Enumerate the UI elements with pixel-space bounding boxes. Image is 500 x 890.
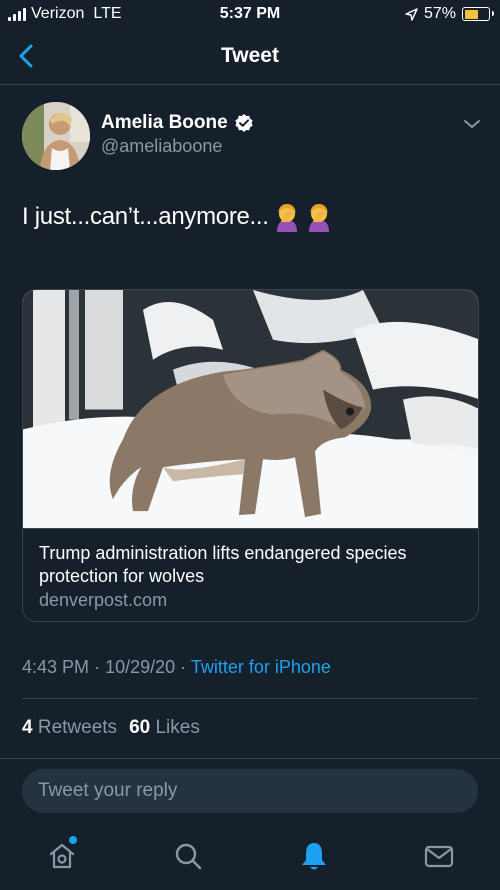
facepalm-emoji (308, 204, 329, 232)
meta-separator: · (180, 657, 187, 677)
retweets-label: Retweets (37, 717, 118, 738)
tweet-date: 10/29/20 (105, 657, 176, 677)
reply-input[interactable]: Tweet your reply (22, 769, 478, 813)
avatar-image (22, 102, 90, 170)
location-icon (405, 7, 418, 21)
tweet-meta: 4:43 PM · 10/29/20 · Twitter for iPhone (22, 657, 331, 678)
battery-level (464, 9, 478, 19)
page-title: Tweet (221, 44, 279, 67)
likes-count: 60 (129, 717, 151, 738)
author-name-row[interactable]: Amelia Boone (101, 112, 254, 134)
facepalm-emoji (276, 204, 297, 232)
likes-stat[interactable]: 60 Likes (129, 717, 200, 739)
divider (22, 698, 478, 699)
tweet-time: 4:43 PM (22, 657, 90, 677)
link-card[interactable]: Trump administration lifts endangered sp… (22, 289, 479, 622)
home-notification-dot (69, 836, 77, 844)
card-image (23, 290, 478, 529)
meta-separator: · (94, 657, 101, 677)
messages-icon[interactable] (423, 840, 455, 872)
search-icon[interactable] (172, 840, 204, 872)
home-icon[interactable] (46, 840, 78, 872)
nav-header: Tweet (0, 30, 500, 85)
avatar[interactable] (22, 102, 90, 170)
author-name[interactable]: Amelia Boone (101, 112, 228, 134)
divider (0, 758, 500, 759)
verified-badge-icon (235, 114, 253, 132)
battery-percent: 57% (423, 5, 456, 22)
notifications-icon[interactable] (298, 840, 330, 872)
tweet-text: I just...can’t...anymore... (22, 202, 333, 232)
retweets-stat[interactable]: 4 Retweets (22, 717, 117, 739)
status-right: 57% (405, 5, 494, 23)
chevron-down-icon[interactable] (462, 114, 482, 134)
battery-icon (462, 7, 494, 21)
tweet-source-link[interactable]: Twitter for iPhone (191, 657, 331, 677)
retweets-count: 4 (22, 717, 33, 738)
author-handle[interactable]: @ameliaboone (101, 136, 222, 157)
tweet-stats: 4 Retweets 60 Likes (22, 717, 200, 739)
card-title: Trump administration lifts endangered sp… (39, 543, 407, 586)
status-bar: Verizon LTE 5:37 PM 57% (0, 0, 500, 30)
likes-label: Likes (155, 717, 200, 738)
tweet-body: I just...can’t...anymore... (22, 203, 269, 230)
card-domain: denverpost.com (39, 590, 168, 610)
